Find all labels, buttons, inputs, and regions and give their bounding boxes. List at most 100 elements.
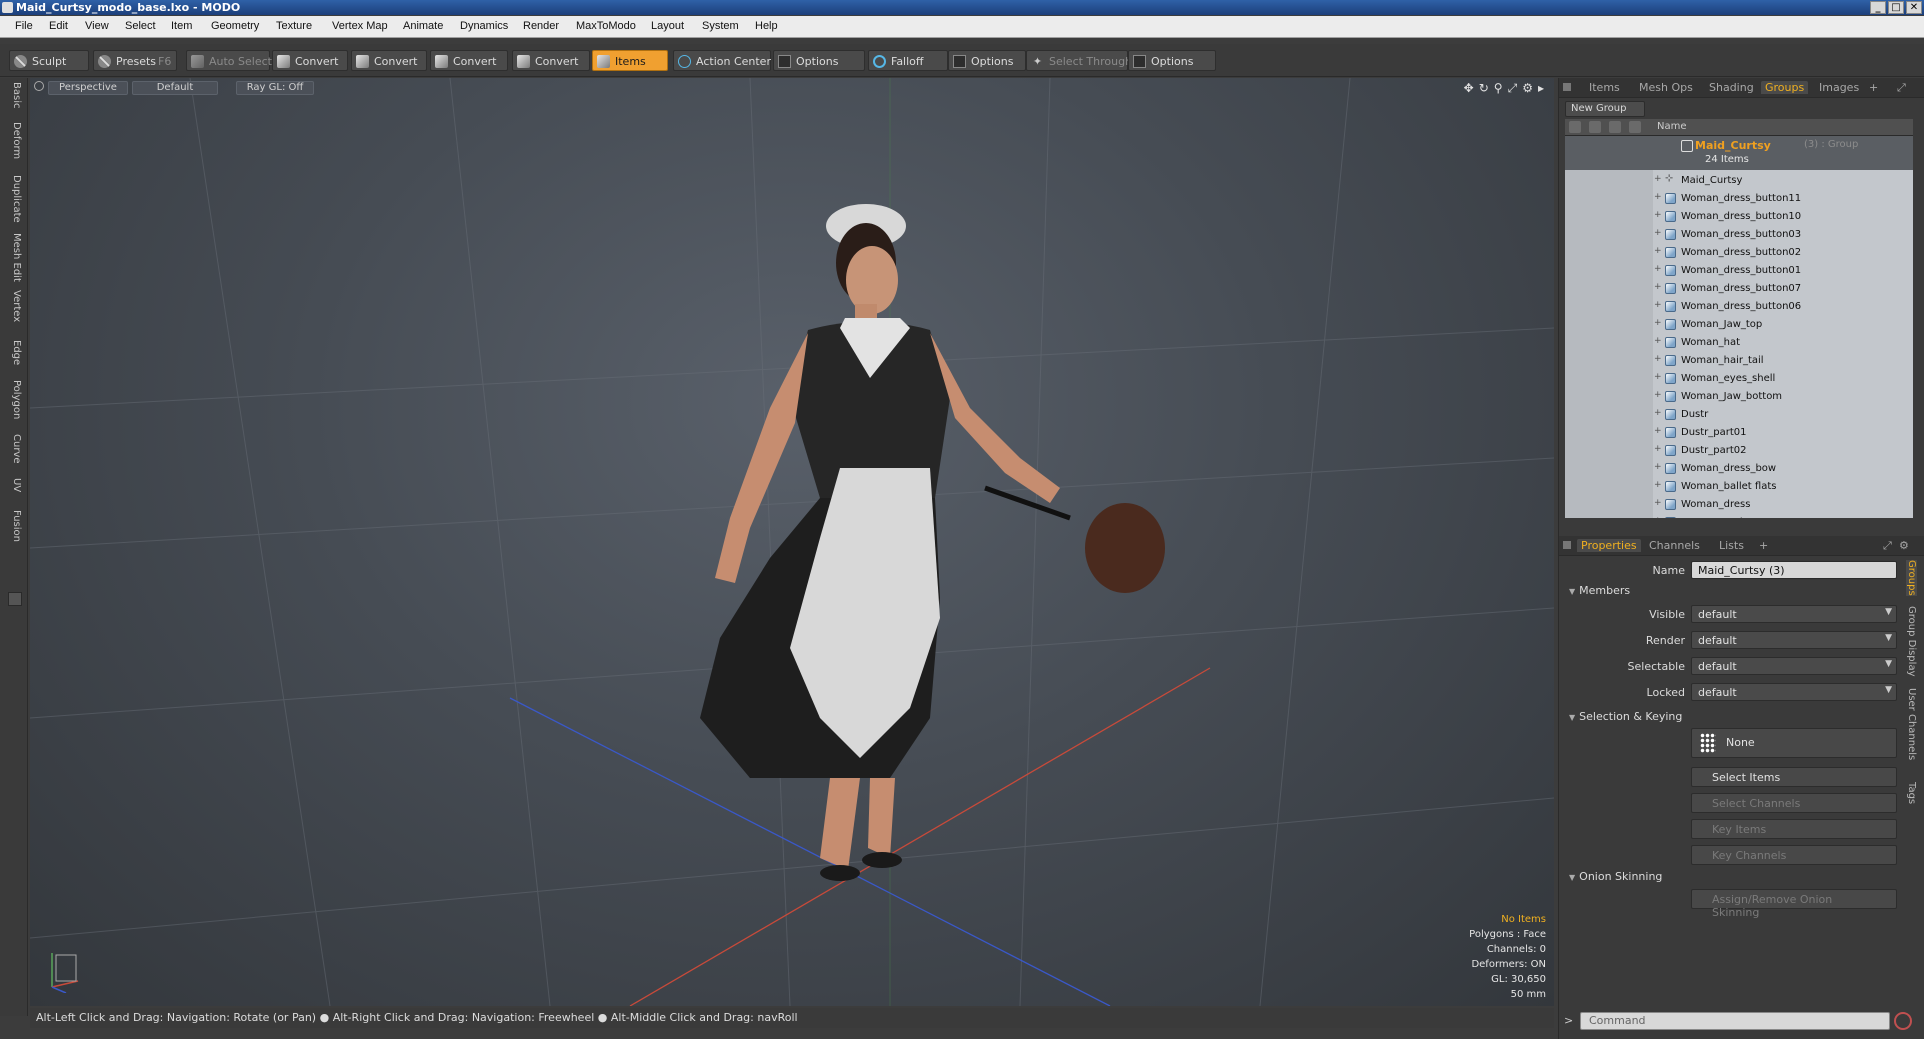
select-channels-button[interactable]: Select Channels — [1691, 793, 1897, 813]
menu-view[interactable]: View — [85, 20, 109, 32]
visible-dropdown[interactable]: default ▼ — [1691, 605, 1897, 623]
expand-icon[interactable]: + — [1654, 246, 1662, 256]
tab-curve[interactable]: Curve — [6, 434, 22, 464]
render-column-icon[interactable] — [1589, 121, 1601, 133]
menu-geometry[interactable]: Geometry — [211, 20, 259, 32]
expand-icon[interactable]: + — [1654, 282, 1662, 292]
add-tab-icon[interactable]: + — [1759, 539, 1768, 552]
list-item[interactable]: + Woman_dress_button03 — [1653, 226, 1913, 244]
tab-images[interactable]: Images — [1819, 81, 1859, 94]
pan-icon[interactable]: ✥ — [1464, 81, 1474, 96]
falloff-options-button[interactable]: Options — [948, 50, 1026, 71]
list-item[interactable]: + Woman_dress_button07 — [1653, 280, 1913, 298]
expand-icon[interactable]: + — [1654, 390, 1662, 400]
members-section[interactable]: ▼ Members — [1569, 584, 1630, 597]
presets-button[interactable]: Presets F6 — [93, 50, 177, 71]
expand-panel-icon[interactable]: ⤢ — [1897, 81, 1906, 95]
expand-icon[interactable]: + — [1654, 408, 1662, 418]
new-group-button[interactable]: New Group — [1565, 101, 1645, 117]
convert-vertices-button[interactable]: Convert — [272, 50, 348, 71]
list-item[interactable]: + Woman_hair_tail — [1653, 352, 1913, 370]
tab-mesh-edit[interactable]: Mesh Edit — [6, 233, 22, 282]
list-item[interactable]: + Woman_ballet flats — [1653, 478, 1913, 496]
menu-render[interactable]: Render — [523, 20, 559, 32]
menu-help[interactable]: Help — [755, 20, 778, 32]
selection-keying-section[interactable]: ▼ Selection & Keying — [1569, 710, 1682, 723]
list-item[interactable]: + Woman_eyes_shell — [1653, 370, 1913, 388]
expand-icon[interactable]: + — [1654, 210, 1662, 220]
name-column-header[interactable]: Name — [1657, 121, 1687, 132]
maximize-button[interactable]: □ — [1888, 1, 1904, 14]
list-item[interactable]: + Dustr — [1653, 406, 1913, 424]
list-item[interactable]: + Woman_dress — [1653, 496, 1913, 514]
menu-file[interactable]: File — [15, 20, 33, 32]
list-item[interactable]: + Woman_dress_button11 — [1653, 190, 1913, 208]
convert-edges-button[interactable]: Convert — [351, 50, 427, 71]
select-options-button[interactable]: Options — [1128, 50, 1216, 71]
group-name-field[interactable]: Maid_Curtsy (3) — [1691, 561, 1897, 579]
locked-dropdown[interactable]: default ▼ — [1691, 683, 1897, 701]
command-history-icon[interactable]: > — [1564, 1014, 1573, 1027]
expand-icon[interactable]: + — [1654, 228, 1662, 238]
viewport-options-icon[interactable] — [34, 81, 44, 91]
menu-system[interactable]: System — [702, 20, 739, 32]
select-items-button[interactable]: Select Items — [1691, 767, 1897, 787]
visibility-column-icon[interactable] — [1569, 121, 1581, 133]
none-button[interactable]: None — [1691, 728, 1897, 758]
menu-texture[interactable]: Texture — [276, 20, 312, 32]
maid-character-model[interactable] — [30, 78, 1554, 1006]
group-row[interactable]: Maid_Curtsy (3) : Group 24 Items — [1565, 136, 1913, 170]
render-dropdown[interactable]: default ▼ — [1691, 631, 1897, 649]
key-items-button[interactable]: Key Items — [1691, 819, 1897, 839]
command-execute-icon[interactable] — [1894, 1012, 1912, 1030]
tab-uv[interactable]: UV — [6, 478, 22, 492]
tab-lists[interactable]: Lists — [1719, 539, 1744, 552]
key-channels-button[interactable]: Key Channels — [1691, 845, 1897, 865]
expand-icon[interactable]: + — [1654, 426, 1662, 436]
convert-polygons-button[interactable]: Convert — [430, 50, 508, 71]
list-item[interactable]: + ⊹ Maid_Curtsy — [1653, 172, 1913, 190]
expand-icon[interactable]: + — [1654, 498, 1662, 508]
command-input[interactable]: Command — [1580, 1012, 1890, 1030]
tab-basic[interactable]: Basic — [6, 82, 22, 108]
side-tab-groups[interactable]: Groups — [1906, 560, 1917, 596]
menu-item[interactable]: Item — [171, 20, 192, 32]
tab-shading[interactable]: Shading — [1709, 81, 1754, 94]
assign-onion-skinning-button[interactable]: Assign/Remove Onion Skinning — [1691, 889, 1897, 919]
tab-vertex[interactable]: Vertex — [6, 290, 22, 322]
tab-deform[interactable]: Deform — [6, 122, 22, 159]
menu-vertex-map[interactable]: Vertex Map — [332, 20, 388, 32]
expand-panel-icon[interactable]: ⤢ — [1883, 539, 1892, 553]
action-center-options-button[interactable]: Options — [773, 50, 865, 71]
add-tab-icon[interactable]: + — [1869, 81, 1878, 94]
menu-select[interactable]: Select — [125, 20, 156, 32]
menu-maxtomodo[interactable]: MaxToModo — [576, 20, 636, 32]
list-item[interactable]: + Woman_underpants — [1653, 514, 1913, 518]
side-tab-user-channels[interactable]: User Channels — [1906, 688, 1917, 760]
list-item[interactable]: + Woman_dress_button10 — [1653, 208, 1913, 226]
list-item[interactable]: + Woman_dress_button06 — [1653, 298, 1913, 316]
palette-toggle[interactable] — [8, 592, 22, 606]
minimize-button[interactable]: _ — [1870, 1, 1886, 14]
expand-icon[interactable]: + — [1654, 318, 1662, 328]
tab-groups[interactable]: Groups — [1761, 81, 1809, 94]
list-item[interactable]: + Woman_hat — [1653, 334, 1913, 352]
tab-polygon[interactable]: Polygon — [6, 380, 22, 419]
side-tab-group-display[interactable]: Group Display — [1906, 606, 1917, 676]
rotate-icon[interactable]: ↻ — [1479, 81, 1489, 96]
lock-column-icon[interactable] — [1629, 121, 1641, 133]
tab-properties[interactable]: Properties — [1577, 539, 1641, 552]
group-list[interactable]: Maid_Curtsy (3) : Group 24 Items + ⊹ Maid_… — [1565, 136, 1913, 518]
close-button[interactable]: ✕ — [1906, 1, 1922, 14]
expand-icon[interactable]: + — [1654, 480, 1662, 490]
tab-duplicate[interactable]: Duplicate — [6, 175, 22, 223]
raygl-toggle[interactable]: Ray GL: Off — [236, 81, 314, 95]
tab-mesh-ops[interactable]: Mesh Ops — [1639, 81, 1693, 94]
list-item[interactable]: + Dustr_part02 — [1653, 442, 1913, 460]
tab-items[interactable]: Items — [1589, 81, 1620, 94]
action-center-button[interactable]: Action Center — [673, 50, 771, 71]
panel-menu-icon[interactable] — [1563, 83, 1571, 91]
side-tab-tags[interactable]: Tags — [1906, 782, 1917, 804]
sculpt-button[interactable]: Sculpt — [9, 50, 89, 71]
fit-icon[interactable]: ⤢ — [1508, 81, 1518, 96]
